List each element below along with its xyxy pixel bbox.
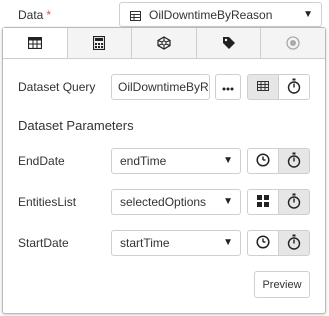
stopwatch-mode-button[interactable] (278, 74, 310, 100)
tab-tag[interactable] (196, 28, 262, 58)
calculator-icon (93, 36, 106, 50)
param-mode-group (247, 230, 310, 256)
param-label: StartDate (18, 236, 69, 250)
stopwatch-icon (287, 193, 301, 212)
data-select-value: OilDowntimeByReason (149, 7, 273, 22)
tab-radio[interactable] (261, 28, 325, 58)
param-select-entitieslist[interactable]: selectedOptions ▼ (111, 189, 241, 215)
stopwatch-button[interactable] (278, 189, 310, 215)
stopwatch-icon (287, 152, 301, 171)
more-button[interactable] (215, 74, 241, 100)
table-icon (27, 37, 42, 49)
param-label: EntitiesList (18, 195, 77, 209)
data-label-text: Data (18, 8, 44, 22)
param-select-enddate[interactable]: endTime ▼ (111, 148, 241, 174)
table-icon (130, 10, 141, 21)
data-label: Data * (18, 8, 51, 22)
radio-circle-icon (286, 36, 300, 50)
required-marker: * (46, 8, 52, 22)
data-field-row: Data * OilDowntimeByReason ▼ (0, 0, 329, 30)
param-row-entitieslist: EntitiesList selectedOptions ▼ (3, 189, 325, 216)
grid-button[interactable] (247, 189, 279, 215)
network-icon (156, 36, 172, 50)
ellipsis-icon (222, 80, 234, 94)
dataset-query-label: Dataset Query (18, 80, 96, 94)
chevron-down-icon: ▼ (223, 155, 233, 166)
dataset-panel: Dataset Query OilDowntimeByR Dataset Par… (2, 27, 326, 314)
clock-button[interactable] (247, 148, 279, 174)
param-row-startdate: StartDate startTime ▼ (3, 230, 325, 257)
param-row-enddate: EndDate endTime ▼ (3, 148, 325, 175)
tag-icon (222, 36, 236, 50)
data-select[interactable]: OilDowntimeByReason ▼ (119, 2, 322, 27)
panel-tabs (3, 28, 325, 59)
dataset-query-row: Dataset Query OilDowntimeByR (3, 74, 325, 101)
clock-button[interactable] (247, 230, 279, 256)
dataset-parameters-title: Dataset Parameters (18, 118, 134, 133)
chevron-down-icon: ▼ (223, 237, 233, 248)
param-value: selectedOptions (120, 195, 207, 209)
tab-table[interactable] (3, 28, 68, 58)
tab-network[interactable] (132, 28, 197, 58)
param-label: EndDate (18, 154, 65, 168)
stopwatch-button[interactable] (278, 148, 310, 174)
param-value: startTime (120, 236, 170, 250)
param-value: endTime (120, 154, 167, 168)
param-mode-group (247, 189, 310, 215)
grid-icon (257, 194, 269, 210)
chevron-down-icon: ▼ (303, 9, 313, 20)
param-select-startdate[interactable]: startTime ▼ (111, 230, 241, 256)
clock-icon (256, 152, 270, 170)
tab-calculator[interactable] (67, 28, 133, 58)
stopwatch-icon (287, 234, 301, 253)
preview-button[interactable]: Preview (254, 271, 310, 298)
stopwatch-icon (287, 78, 301, 97)
chevron-down-icon: ▼ (223, 196, 233, 207)
table-icon (257, 80, 269, 94)
dataset-query-input[interactable]: OilDowntimeByR (111, 74, 210, 100)
stopwatch-button[interactable] (278, 230, 310, 256)
param-mode-group (247, 148, 310, 174)
query-mode-group (247, 74, 310, 100)
clock-icon (256, 234, 270, 252)
table-mode-button[interactable] (247, 74, 279, 100)
